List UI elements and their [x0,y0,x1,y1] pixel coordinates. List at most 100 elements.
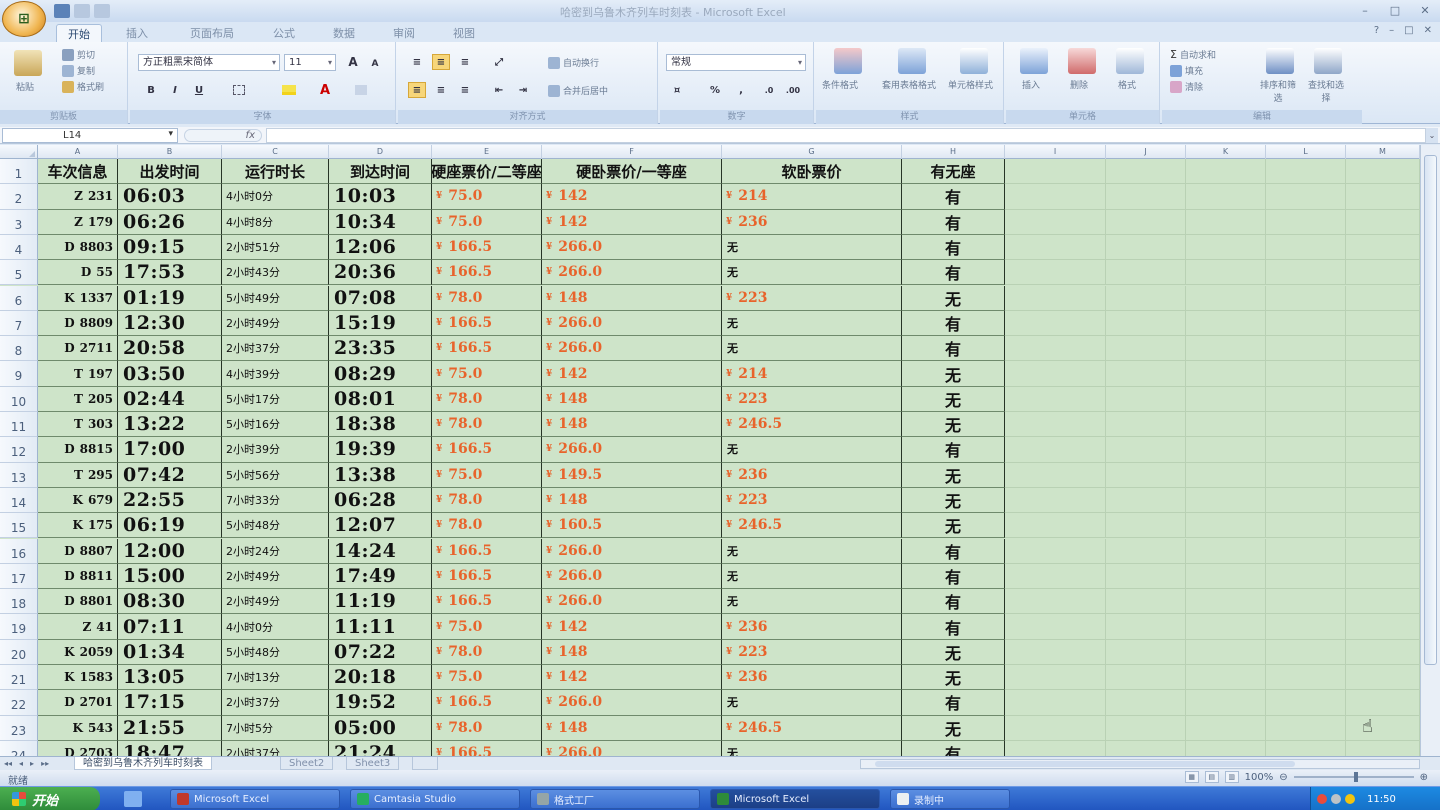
empty-cell[interactable] [1005,234,1106,261]
arrival-time-cell[interactable]: 19:39 [329,437,432,463]
standing-seat-cell[interactable]: 有 [902,209,1005,235]
row-header[interactable]: 2 [0,184,38,210]
departure-time-cell[interactable]: 22:55 [118,487,222,514]
empty-cell[interactable] [1005,513,1106,539]
empty-cell[interactable] [1186,614,1266,640]
empty-cell[interactable] [1266,336,1346,362]
percent-button[interactable]: % [706,82,724,98]
standing-seat-cell[interactable]: 无 [902,361,1005,387]
empty-cell[interactable] [1186,260,1266,286]
column-header[interactable]: L [1266,145,1346,159]
departure-time-cell[interactable]: 21:55 [118,715,222,741]
standing-seat-cell[interactable]: 有 [902,336,1005,362]
empty-cell[interactable] [1106,614,1186,640]
format-cells-icon[interactable] [1116,48,1144,74]
duration-cell[interactable]: 7小时13分 [222,665,329,691]
tab-view[interactable]: 视图 [438,24,490,42]
standing-seat-cell[interactable]: 有 [902,437,1005,463]
price-sleeper-cell[interactable]: ¥148 [542,285,722,311]
office-button[interactable]: ⊞ [2,1,46,37]
price-soft-sleeper-cell[interactable]: ¥246.5 [722,513,902,539]
price-seat-cell[interactable]: ¥166.5 [432,336,542,362]
duration-cell[interactable]: 5小时56分 [222,462,329,488]
train-number-cell[interactable]: D 2703 [38,740,118,756]
price-seat-cell[interactable]: ¥75.0 [432,614,542,640]
format-painter-button[interactable]: 格式刷 [62,80,104,93]
departure-time-cell[interactable]: 20:58 [118,336,222,362]
empty-cell[interactable] [1106,209,1186,235]
normal-view-icon[interactable]: ▦ [1184,771,1199,783]
save-icon[interactable] [54,4,70,18]
empty-cell[interactable] [1186,462,1266,488]
arrival-time-cell[interactable]: 20:18 [329,665,432,691]
insert-cells-icon[interactable] [1020,48,1048,74]
column-header[interactable]: A [38,145,118,159]
empty-cell[interactable] [1266,538,1346,564]
column-header[interactable]: C [222,145,329,159]
departure-time-cell[interactable]: 07:42 [118,462,222,488]
horizontal-scrollbar[interactable] [860,759,1420,769]
empty-cell[interactable] [1346,336,1420,362]
empty-cell[interactable] [1005,336,1106,362]
task-excel-2[interactable]: Microsoft Excel [710,789,880,809]
price-sleeper-cell[interactable]: ¥160.5 [542,513,722,539]
row-header[interactable]: 22 [0,690,38,716]
autosum-button[interactable]: Σ 自动求和 [1170,48,1216,61]
price-soft-sleeper-cell[interactable]: 无 [722,437,902,463]
price-seat-cell[interactable]: ¥166.5 [432,740,542,756]
empty-cell[interactable] [1106,538,1186,564]
row-header[interactable]: 3 [0,209,38,235]
duration-cell[interactable]: 5小时48分 [222,639,329,665]
price-soft-sleeper-cell[interactable]: 无 [722,310,902,337]
show-desktop-icon[interactable] [124,791,142,807]
vertical-scroll-thumb[interactable] [1424,155,1437,665]
departure-time-cell[interactable]: 06:03 [118,184,222,210]
standing-seat-cell[interactable]: 无 [902,715,1005,741]
empty-cell[interactable] [1186,437,1266,463]
first-sheet-button[interactable]: ◂◂ [4,757,12,770]
tray-app-icon[interactable] [1317,794,1327,804]
empty-cell[interactable] [1266,184,1346,210]
align-bottom-icon[interactable]: ≡ [456,54,474,70]
empty-cell[interactable] [1266,614,1346,640]
price-seat-cell[interactable]: ¥166.5 [432,563,542,590]
train-number-cell[interactable]: T 295 [38,462,118,488]
empty-cell[interactable] [1106,310,1186,337]
empty-cell[interactable] [1106,412,1186,438]
empty-cell[interactable] [1106,159,1186,185]
price-seat-cell[interactable]: ¥78.0 [432,513,542,539]
page-break-view-icon[interactable]: ▥ [1224,771,1239,783]
empty-cell[interactable] [1106,665,1186,691]
duration-cell[interactable]: 2小时43分 [222,260,329,286]
table-header-cell[interactable]: 车次信息 [38,159,118,185]
arrival-time-cell[interactable]: 08:01 [329,386,432,412]
empty-cell[interactable] [1005,437,1106,463]
price-sleeper-cell[interactable]: ¥148 [542,639,722,665]
empty-cell[interactable] [1106,513,1186,539]
duration-cell[interactable]: 4小时0分 [222,184,329,210]
empty-cell[interactable] [1346,715,1420,741]
duration-cell[interactable]: 2小时39分 [222,437,329,463]
duration-cell[interactable]: 2小时37分 [222,336,329,362]
column-header[interactable]: H [902,145,1005,159]
name-box[interactable]: L14 [2,128,178,143]
departure-time-cell[interactable]: 06:19 [118,513,222,539]
empty-cell[interactable] [1186,209,1266,235]
column-header[interactable]: F [542,145,722,159]
row-header[interactable]: 7 [0,310,38,337]
expand-formula-icon[interactable]: ⌄ [1426,128,1438,143]
empty-cell[interactable] [1106,285,1186,311]
next-sheet-button[interactable]: ▸ [30,757,34,770]
tab-data[interactable]: 数据 [318,24,370,42]
price-sleeper-cell[interactable]: ¥266.0 [542,336,722,362]
train-number-cell[interactable]: K 679 [38,487,118,514]
empty-cell[interactable] [1346,740,1420,756]
row-header[interactable]: 1 [0,159,38,185]
empty-cell[interactable] [1005,614,1106,640]
task-format-factory[interactable]: 格式工厂 [530,789,700,809]
row-header[interactable]: 18 [0,589,38,615]
table-header-cell[interactable]: 到达时间 [329,159,432,185]
font-name-select[interactable]: 方正粗黑宋简体 [138,54,280,71]
empty-cell[interactable] [1186,563,1266,590]
row-header[interactable]: 8 [0,336,38,362]
